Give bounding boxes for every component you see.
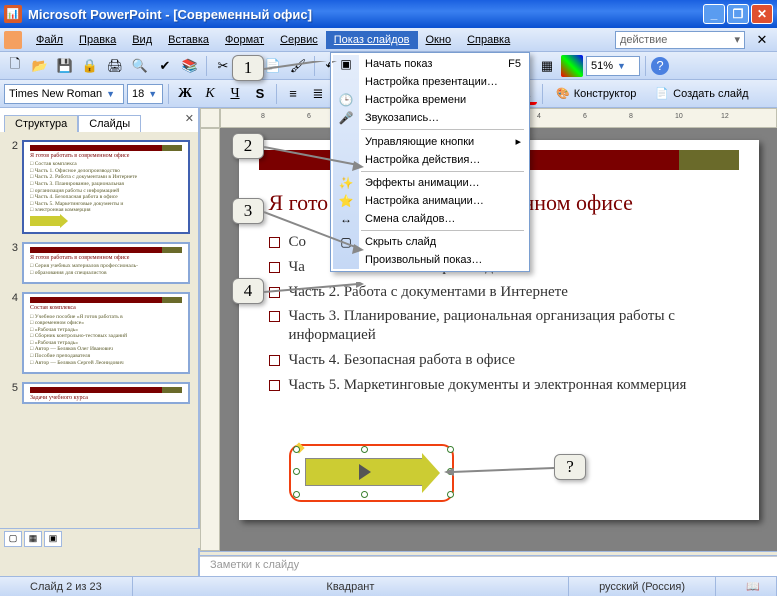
new-slide-icon: 📄 [655, 87, 669, 100]
notes-pane[interactable]: Заметки к слайду [200, 556, 777, 576]
callout-4: 4 [232, 278, 264, 304]
resize-handle[interactable] [293, 468, 300, 475]
menu-bar: Файл Правка Вид Вставка Формат Сервис По… [0, 28, 777, 52]
resize-handle[interactable] [293, 446, 300, 453]
thumb-number: 3 [4, 242, 18, 284]
menu-item-animation-schemes[interactable]: ✨ Эффекты анимации… [333, 174, 527, 192]
star-icon: ⭐ [337, 194, 355, 208]
help-icon[interactable]: ? [651, 57, 669, 75]
slide-thumbnail[interactable]: 4 Состав комплекса □ Учебное пособие «Я … [0, 288, 198, 378]
menu-tools[interactable]: Сервис [272, 31, 326, 49]
new-slide-button[interactable]: 📄Создать слайд [647, 83, 756, 105]
menu-item-rehearse-timings[interactable]: 🕒 Настройка времени [333, 91, 527, 109]
align-left-icon[interactable]: ≡ [282, 83, 304, 105]
save-icon[interactable]: 💾 [54, 55, 76, 77]
shadow-button[interactable]: S [249, 83, 271, 105]
menu-item-record-narration[interactable]: 🎤 Звукозапись… [333, 109, 527, 127]
doc-control-icon[interactable] [4, 31, 22, 49]
resize-handle[interactable] [361, 491, 368, 498]
slides-pane: Структура Слайды ✕ 2 Я готов работать в … [0, 108, 200, 576]
color-grayscale-icon[interactable] [561, 55, 583, 77]
menu-help[interactable]: Справка [459, 31, 518, 49]
minimize-button[interactable]: _ [703, 4, 725, 24]
thumb-number: 4 [4, 292, 18, 374]
resize-handle[interactable] [361, 446, 368, 453]
maximize-button[interactable]: ❐ [727, 4, 749, 24]
underline-button[interactable]: Ч [224, 83, 246, 105]
mic-icon: 🎤 [337, 111, 355, 125]
menu-insert[interactable]: Вставка [160, 31, 217, 49]
slide-body-item[interactable]: Часть 4. Безопасная работа в офисе [259, 348, 739, 373]
cut-icon[interactable]: ✂ [212, 55, 234, 77]
pane-close-button[interactable]: ✕ [185, 112, 194, 125]
menu-edit[interactable]: Правка [71, 31, 124, 49]
normal-view-button[interactable]: ▢ [4, 531, 22, 547]
resize-handle[interactable] [293, 491, 300, 498]
font-size-combo[interactable]: 18▼ [127, 84, 163, 104]
font-name-combo[interactable]: Times New Roman▼ [4, 84, 124, 104]
align-center-icon[interactable]: ≣ [307, 83, 329, 105]
menu-file[interactable]: Файл [28, 31, 71, 49]
designer-button[interactable]: 🎨Конструктор [548, 83, 644, 105]
tab-slides[interactable]: Слайды [78, 115, 141, 132]
status-layout: Квадрант [133, 577, 569, 596]
thumb-number: 5 [4, 382, 18, 404]
designer-icon: 🎨 [556, 87, 570, 100]
menu-item-setup-show[interactable]: Настройка презентации… [333, 73, 527, 91]
callout-2: 2 [232, 133, 264, 159]
menu-view[interactable]: Вид [124, 31, 160, 49]
callout-question: ? [554, 454, 586, 480]
title-bar: 📊 Microsoft PowerPoint - [Современный оф… [0, 0, 777, 28]
slide-thumbnail[interactable]: 3 Я готов работать в современном офисе □… [0, 238, 198, 288]
new-doc-icon[interactable]: 🗋 [4, 55, 26, 77]
preview-icon[interactable]: 🔍 [129, 55, 151, 77]
slideshow-view-button[interactable]: ▣ [44, 531, 62, 547]
slide-thumbnail[interactable]: 5 Задачи учебного курса [0, 378, 198, 408]
bold-button[interactable]: Ж [174, 83, 196, 105]
menu-window[interactable]: Окно [418, 31, 460, 49]
close-button[interactable]: ✕ [751, 4, 773, 24]
status-slide-number: Слайд 2 из 23 [0, 577, 133, 596]
italic-button[interactable]: К [199, 83, 221, 105]
spelling-icon[interactable]: ✔ [154, 55, 176, 77]
status-spell-icon: 📖 [716, 577, 777, 596]
sparkle-icon: ✨ [337, 176, 355, 190]
window-title: Microsoft PowerPoint - [Современный офис… [28, 7, 703, 22]
app-icon: 📊 [4, 5, 22, 23]
menu-slideshow[interactable]: Показ слайдов [326, 31, 418, 49]
help-search-input[interactable]: действие▾ [615, 31, 745, 49]
research-icon[interactable]: 📚 [179, 55, 201, 77]
mdi-close-button[interactable]: ✕ [751, 29, 773, 51]
thumb-number: 2 [4, 140, 18, 234]
view-buttons: ▢ ▦ ▣ [0, 528, 200, 548]
open-icon[interactable]: 📂 [29, 55, 51, 77]
forward-arrow-icon [305, 458, 425, 486]
status-bar: Слайд 2 из 23 Квадрант русский (Россия) … [0, 576, 777, 596]
slide-body-item[interactable]: Часть 5. Маркетинговые документы и элект… [259, 373, 739, 398]
slide-body-item[interactable]: Часть 3. Планирование, рациональная орга… [259, 304, 739, 348]
slide-thumbnail[interactable]: 2 Я готов работать в современном офисе □… [0, 136, 198, 238]
permission-icon[interactable]: 🔒 [79, 55, 101, 77]
menu-format[interactable]: Формат [217, 31, 272, 49]
tab-outline[interactable]: Структура [4, 115, 78, 132]
action-button-shape[interactable] [299, 452, 444, 494]
status-language[interactable]: русский (Россия) [569, 577, 716, 596]
callout-3: 3 [232, 198, 264, 224]
ruler-corner [200, 108, 220, 128]
vertical-ruler [200, 128, 220, 551]
print-icon[interactable]: 🖨 [104, 55, 126, 77]
sorter-view-button[interactable]: ▦ [24, 531, 42, 547]
resize-handle[interactable] [447, 491, 454, 498]
grid-icon[interactable]: ▦ [536, 55, 558, 77]
callout-1: 1 [232, 55, 264, 81]
zoom-combo[interactable]: 51%▼ [586, 56, 640, 76]
menu-item-start-show[interactable]: ▣ Начать показF5 [333, 55, 527, 73]
resize-handle[interactable] [447, 446, 454, 453]
clock-icon: 🕒 [337, 93, 355, 107]
